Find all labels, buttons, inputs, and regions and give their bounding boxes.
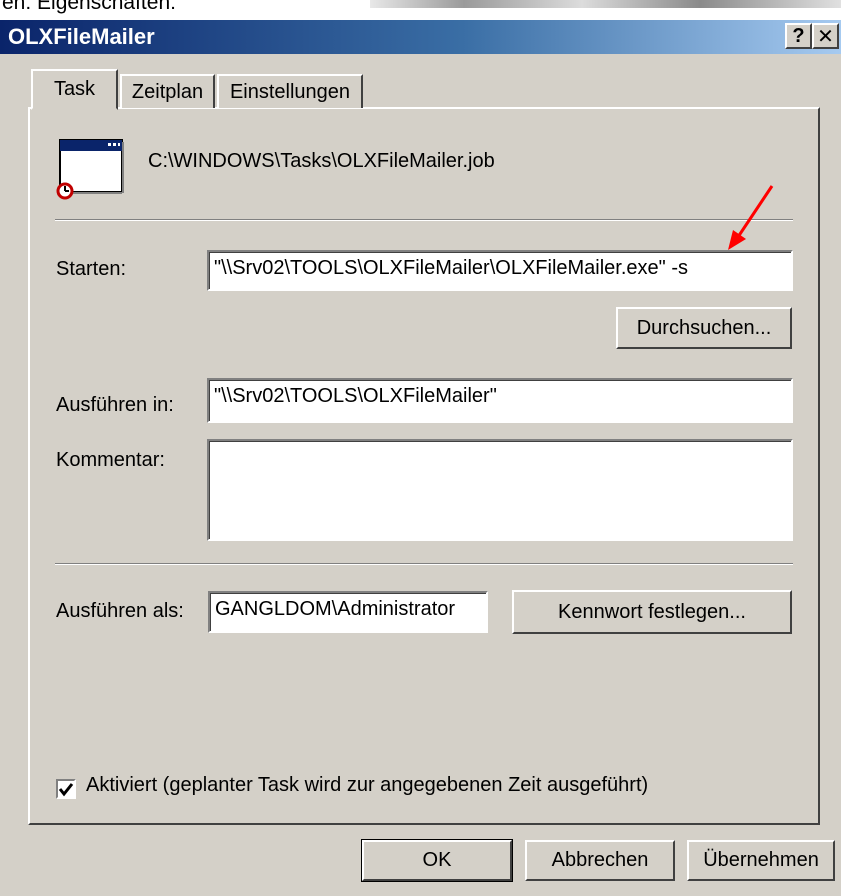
comment-label: Kommentar: — [56, 449, 165, 471]
browse-button[interactable]: Durchsuchen... — [616, 307, 792, 349]
separator-top — [55, 219, 793, 221]
start-label: Starten: — [56, 258, 127, 280]
cancel-button[interactable]: Abbrechen — [525, 840, 675, 881]
window-title: OLXFileMailer — [8, 24, 155, 49]
separator-bottom — [55, 563, 793, 565]
task-file-path: C:\WINDOWS\Tasks\OLXFileMailer.job — [148, 150, 495, 172]
close-button[interactable]: ✕ — [812, 23, 839, 49]
workdir-label: Ausführen in: — [56, 394, 174, 416]
set-password-button[interactable]: Kennwort festlegen... — [512, 590, 792, 634]
runas-label: Ausführen als: — [56, 600, 184, 622]
tab-task-label: Task — [53, 78, 96, 100]
checkmark-icon — [58, 783, 74, 797]
annotation-arrow-icon — [728, 185, 774, 250]
tab-zeitplan[interactable]: Zeitplan — [120, 74, 215, 108]
tab-zeitplan-label: Zeitplan — [131, 80, 204, 103]
background-window-fragment: en: Eigenschaften: — [0, 0, 841, 20]
tab-einstellungen[interactable]: Einstellungen — [217, 74, 363, 108]
enabled-checkbox[interactable] — [56, 779, 76, 799]
tab-task[interactable]: Task — [31, 69, 118, 110]
apply-button[interactable]: Übernehmen — [687, 840, 835, 881]
scheduled-task-icon — [56, 139, 124, 200]
workdir-input[interactable]: "\\Srv02\TOOLS\OLXFileMailer" — [207, 378, 793, 423]
help-button[interactable]: ? — [785, 23, 812, 49]
ok-button[interactable]: OK — [361, 839, 513, 882]
title-bar[interactable]: OLXFileMailer ? ✕ — [0, 20, 841, 54]
background-window-strip — [370, 0, 841, 8]
runas-input[interactable]: GANGLDOM\Administrator — [208, 591, 488, 633]
comment-textarea[interactable] — [207, 439, 793, 541]
start-command-input[interactable]: "\\Srv02\TOOLS\OLXFileMailer\OLXFileMail… — [207, 250, 793, 291]
enabled-label[interactable]: Aktiviert (geplanter Task wird zur angeg… — [86, 774, 648, 797]
tab-einstellungen-label: Einstellungen — [229, 80, 351, 103]
background-window-text: en: Eigenschaften: — [2, 0, 176, 14]
